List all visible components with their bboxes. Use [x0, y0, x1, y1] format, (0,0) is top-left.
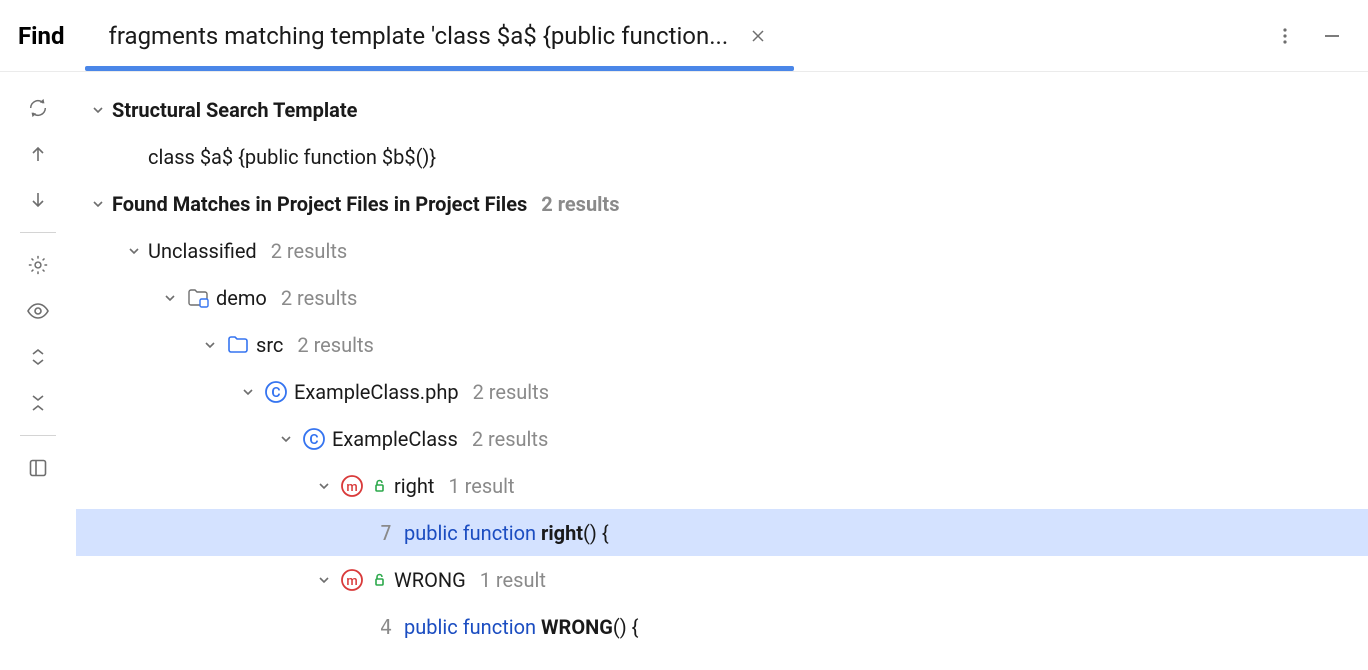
- line-number: 7: [380, 521, 392, 545]
- chevron-down-icon: [120, 244, 148, 258]
- kebab-icon: [1276, 27, 1294, 45]
- svg-text:m: m: [346, 480, 357, 495]
- chevron-down-icon: [310, 573, 338, 587]
- next-occurrence-button[interactable]: [18, 180, 58, 220]
- gear-icon: [27, 254, 49, 276]
- public-visibility-icon: [370, 571, 388, 589]
- minimize-icon: [1322, 26, 1342, 46]
- node-label: demo: [216, 286, 267, 310]
- close-tab-button[interactable]: [746, 24, 770, 48]
- node-label: WRONG: [394, 568, 466, 592]
- collapse-icon: [28, 393, 48, 413]
- template-text-row[interactable]: class $a$ {public function $b$()}: [76, 133, 1368, 180]
- expand-icon: [28, 347, 48, 367]
- search-result-row[interactable]: 4 public function WRONG() {: [76, 603, 1368, 650]
- line-number: 4: [380, 615, 392, 639]
- result-count: 2 results: [297, 333, 373, 357]
- svg-text:C: C: [271, 385, 280, 401]
- tab-active-indicator: [85, 66, 795, 71]
- class-icon: C: [300, 425, 328, 453]
- node-label: ExampleClass.php: [294, 380, 459, 404]
- node-label: ExampleClass: [332, 427, 458, 451]
- matches-section-header[interactable]: Found Matches in Project Files in Projec…: [76, 180, 1368, 227]
- find-toolbar: [0, 72, 76, 670]
- result-count: 2 results: [541, 192, 619, 216]
- arrow-down-icon: [28, 190, 48, 210]
- chevron-down-icon: [234, 385, 262, 399]
- find-label: Find: [12, 22, 79, 50]
- result-count: 2 results: [271, 239, 347, 263]
- chevron-down-icon: [272, 432, 300, 446]
- arrow-up-icon: [28, 144, 48, 164]
- tree-node-demo[interactable]: demo 2 results: [76, 274, 1368, 321]
- section-title: Found Matches in Project Files in Projec…: [112, 192, 527, 216]
- refresh-icon: [27, 97, 49, 119]
- tree-node-method-wrong[interactable]: m WRONG 1 result: [76, 556, 1368, 603]
- toolbar-divider: [20, 232, 56, 233]
- method-icon: m: [338, 566, 366, 594]
- result-count: 1 result: [448, 474, 514, 498]
- template-section-header[interactable]: Structural Search Template: [76, 86, 1368, 133]
- source-folder-icon: [224, 331, 252, 359]
- class-file-icon: C: [262, 378, 290, 406]
- code-snippet: public function WRONG() {: [404, 615, 638, 639]
- code-snippet: public function right() {: [404, 521, 609, 545]
- eye-icon: [26, 299, 50, 323]
- group-by-button[interactable]: [18, 448, 58, 488]
- tab-title: fragments matching template 'class $a$ {…: [109, 22, 729, 50]
- expand-all-button[interactable]: [18, 337, 58, 377]
- close-icon: [750, 28, 766, 44]
- tree-node-class[interactable]: C ExampleClass 2 results: [76, 415, 1368, 462]
- chevron-down-icon: [310, 479, 338, 493]
- results-tree: Structural Search Template class $a$ {pu…: [76, 72, 1368, 670]
- section-title: Structural Search Template: [112, 98, 357, 122]
- result-count: 1 result: [480, 568, 546, 592]
- result-count: 2 results: [281, 286, 357, 310]
- chevron-down-icon: [84, 103, 112, 117]
- node-label: Unclassified: [148, 239, 257, 263]
- settings-button[interactable]: [18, 245, 58, 285]
- module-folder-icon: [184, 284, 212, 312]
- result-count: 2 results: [473, 380, 549, 404]
- search-result-row[interactable]: 7 public function right() {: [76, 509, 1368, 556]
- node-label: src: [256, 333, 283, 357]
- node-label: right: [394, 474, 434, 498]
- tree-node-src[interactable]: src 2 results: [76, 321, 1368, 368]
- public-visibility-icon: [370, 477, 388, 495]
- collapse-all-button[interactable]: [18, 383, 58, 423]
- preview-button[interactable]: [18, 291, 58, 331]
- chevron-down-icon: [196, 338, 224, 352]
- chevron-down-icon: [156, 291, 184, 305]
- svg-text:m: m: [346, 574, 357, 589]
- tree-node-unclassified[interactable]: Unclassified 2 results: [76, 227, 1368, 274]
- hide-panel-button[interactable]: [1308, 18, 1356, 54]
- tree-node-method-right[interactable]: m right 1 result: [76, 462, 1368, 509]
- find-panel-header: Find fragments matching template 'class …: [0, 0, 1368, 72]
- previous-occurrence-button[interactable]: [18, 134, 58, 174]
- more-options-button[interactable]: [1262, 19, 1308, 53]
- toolbar-divider: [20, 435, 56, 436]
- method-icon: m: [338, 472, 366, 500]
- layout-icon: [28, 458, 48, 478]
- template-text: class $a$ {public function $b$()}: [148, 145, 436, 169]
- chevron-down-icon: [84, 197, 112, 211]
- rerun-button[interactable]: [18, 88, 58, 128]
- tree-node-file[interactable]: C ExampleClass.php 2 results: [76, 368, 1368, 415]
- search-results-tab[interactable]: fragments matching template 'class $a$ {…: [109, 0, 771, 71]
- svg-text:C: C: [309, 432, 318, 448]
- result-count: 2 results: [472, 427, 548, 451]
